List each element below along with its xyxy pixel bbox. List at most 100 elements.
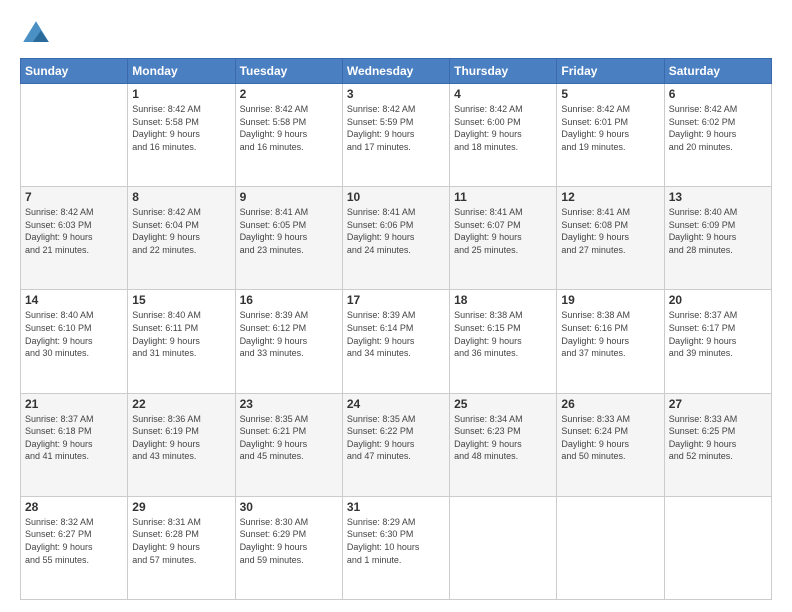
day-info: Sunrise: 8:41 AM Sunset: 6:06 PM Dayligh… xyxy=(347,206,445,256)
day-info: Sunrise: 8:37 AM Sunset: 6:17 PM Dayligh… xyxy=(669,309,767,359)
day-number: 19 xyxy=(561,293,659,307)
header-saturday: Saturday xyxy=(664,59,771,84)
day-number: 12 xyxy=(561,190,659,204)
calendar-cell: 25 Sunrise: 8:34 AM Sunset: 6:23 PM Dayli… xyxy=(450,393,557,496)
logo-icon xyxy=(20,18,52,50)
day-info: Sunrise: 8:33 AM Sunset: 6:24 PM Dayligh… xyxy=(561,413,659,463)
day-number: 7 xyxy=(25,190,123,204)
day-info: Sunrise: 8:42 AM Sunset: 6:01 PM Dayligh… xyxy=(561,103,659,153)
day-info: Sunrise: 8:36 AM Sunset: 6:19 PM Dayligh… xyxy=(132,413,230,463)
day-info: Sunrise: 8:35 AM Sunset: 6:21 PM Dayligh… xyxy=(240,413,338,463)
day-info: Sunrise: 8:37 AM Sunset: 6:18 PM Dayligh… xyxy=(25,413,123,463)
calendar-cell xyxy=(664,496,771,599)
header-friday: Friday xyxy=(557,59,664,84)
calendar-table: SundayMondayTuesdayWednesdayThursdayFrid… xyxy=(20,58,772,600)
header-row: SundayMondayTuesdayWednesdayThursdayFrid… xyxy=(21,59,772,84)
day-number: 10 xyxy=(347,190,445,204)
calendar-cell: 2 Sunrise: 8:42 AM Sunset: 5:58 PM Daylig… xyxy=(235,84,342,187)
calendar-cell: 5 Sunrise: 8:42 AM Sunset: 6:01 PM Daylig… xyxy=(557,84,664,187)
calendar-cell: 19 Sunrise: 8:38 AM Sunset: 6:16 PM Dayli… xyxy=(557,290,664,393)
day-number: 13 xyxy=(669,190,767,204)
day-info: Sunrise: 8:41 AM Sunset: 6:08 PM Dayligh… xyxy=(561,206,659,256)
day-number: 8 xyxy=(132,190,230,204)
day-number: 20 xyxy=(669,293,767,307)
day-info: Sunrise: 8:38 AM Sunset: 6:15 PM Dayligh… xyxy=(454,309,552,359)
day-info: Sunrise: 8:29 AM Sunset: 6:30 PM Dayligh… xyxy=(347,516,445,566)
calendar-cell: 1 Sunrise: 8:42 AM Sunset: 5:58 PM Daylig… xyxy=(128,84,235,187)
day-number: 17 xyxy=(347,293,445,307)
day-number: 2 xyxy=(240,87,338,101)
calendar-cell: 18 Sunrise: 8:38 AM Sunset: 6:15 PM Dayli… xyxy=(450,290,557,393)
day-number: 4 xyxy=(454,87,552,101)
day-number: 18 xyxy=(454,293,552,307)
calendar-cell: 14Sunrise: 8:40 AM Sunset: 6:10 PM Dayli… xyxy=(21,290,128,393)
calendar-cell: 26Sunrise: 8:33 AM Sunset: 6:24 PM Dayli… xyxy=(557,393,664,496)
day-info: Sunrise: 8:41 AM Sunset: 6:05 PM Dayligh… xyxy=(240,206,338,256)
page: SundayMondayTuesdayWednesdayThursdayFrid… xyxy=(0,0,792,612)
day-number: 25 xyxy=(454,397,552,411)
day-info: Sunrise: 8:41 AM Sunset: 6:07 PM Dayligh… xyxy=(454,206,552,256)
day-info: Sunrise: 8:40 AM Sunset: 6:11 PM Dayligh… xyxy=(132,309,230,359)
day-number: 1 xyxy=(132,87,230,101)
day-number: 27 xyxy=(669,397,767,411)
calendar-cell: 22 Sunrise: 8:36 AM Sunset: 6:19 PM Dayli… xyxy=(128,393,235,496)
day-number: 15 xyxy=(132,293,230,307)
header-sunday: Sunday xyxy=(21,59,128,84)
logo xyxy=(20,18,56,50)
day-info: Sunrise: 8:35 AM Sunset: 6:22 PM Dayligh… xyxy=(347,413,445,463)
week-row-5: 28 Sunrise: 8:32 AM Sunset: 6:27 PM Dayli… xyxy=(21,496,772,599)
calendar-cell: 3Sunrise: 8:42 AM Sunset: 5:59 PM Daylig… xyxy=(342,84,449,187)
day-number: 9 xyxy=(240,190,338,204)
calendar-cell xyxy=(21,84,128,187)
calendar-cell: 15 Sunrise: 8:40 AM Sunset: 6:11 PM Dayli… xyxy=(128,290,235,393)
week-row-3: 14Sunrise: 8:40 AM Sunset: 6:10 PM Dayli… xyxy=(21,290,772,393)
calendar-cell: 28 Sunrise: 8:32 AM Sunset: 6:27 PM Dayli… xyxy=(21,496,128,599)
calendar-cell: 12 Sunrise: 8:41 AM Sunset: 6:08 PM Dayli… xyxy=(557,187,664,290)
header-thursday: Thursday xyxy=(450,59,557,84)
day-number: 21 xyxy=(25,397,123,411)
calendar-cell: 10 Sunrise: 8:41 AM Sunset: 6:06 PM Dayli… xyxy=(342,187,449,290)
calendar-cell xyxy=(557,496,664,599)
week-row-2: 7Sunrise: 8:42 AM Sunset: 6:03 PM Daylig… xyxy=(21,187,772,290)
calendar-cell: 29 Sunrise: 8:31 AM Sunset: 6:28 PM Dayli… xyxy=(128,496,235,599)
day-info: Sunrise: 8:32 AM Sunset: 6:27 PM Dayligh… xyxy=(25,516,123,566)
day-number: 24 xyxy=(347,397,445,411)
day-info: Sunrise: 8:31 AM Sunset: 6:28 PM Dayligh… xyxy=(132,516,230,566)
header-monday: Monday xyxy=(128,59,235,84)
day-info: Sunrise: 8:34 AM Sunset: 6:23 PM Dayligh… xyxy=(454,413,552,463)
calendar-cell: 27 Sunrise: 8:33 AM Sunset: 6:25 PM Dayli… xyxy=(664,393,771,496)
calendar-cell: 8 Sunrise: 8:42 AM Sunset: 6:04 PM Daylig… xyxy=(128,187,235,290)
day-number: 5 xyxy=(561,87,659,101)
header-tuesday: Tuesday xyxy=(235,59,342,84)
calendar-cell: 9 Sunrise: 8:41 AM Sunset: 6:05 PM Daylig… xyxy=(235,187,342,290)
day-number: 22 xyxy=(132,397,230,411)
week-row-1: 1 Sunrise: 8:42 AM Sunset: 5:58 PM Daylig… xyxy=(21,84,772,187)
calendar-cell: 11 Sunrise: 8:41 AM Sunset: 6:07 PM Dayli… xyxy=(450,187,557,290)
calendar-cell: 6Sunrise: 8:42 AM Sunset: 6:02 PM Daylig… xyxy=(664,84,771,187)
day-info: Sunrise: 8:39 AM Sunset: 6:12 PM Dayligh… xyxy=(240,309,338,359)
day-info: Sunrise: 8:33 AM Sunset: 6:25 PM Dayligh… xyxy=(669,413,767,463)
day-number: 28 xyxy=(25,500,123,514)
calendar-cell: 20 Sunrise: 8:37 AM Sunset: 6:17 PM Dayli… xyxy=(664,290,771,393)
day-info: Sunrise: 8:42 AM Sunset: 6:04 PM Dayligh… xyxy=(132,206,230,256)
day-info: Sunrise: 8:40 AM Sunset: 6:09 PM Dayligh… xyxy=(669,206,767,256)
calendar-cell: 31 Sunrise: 8:29 AM Sunset: 6:30 PM Dayli… xyxy=(342,496,449,599)
calendar-cell: 23Sunrise: 8:35 AM Sunset: 6:21 PM Dayli… xyxy=(235,393,342,496)
calendar-cell: 17Sunrise: 8:39 AM Sunset: 6:14 PM Dayli… xyxy=(342,290,449,393)
calendar-cell xyxy=(450,496,557,599)
day-info: Sunrise: 8:42 AM Sunset: 5:58 PM Dayligh… xyxy=(240,103,338,153)
week-row-4: 21 Sunrise: 8:37 AM Sunset: 6:18 PM Dayli… xyxy=(21,393,772,496)
day-number: 11 xyxy=(454,190,552,204)
day-number: 31 xyxy=(347,500,445,514)
calendar-cell: 4 Sunrise: 8:42 AM Sunset: 6:00 PM Daylig… xyxy=(450,84,557,187)
day-info: Sunrise: 8:42 AM Sunset: 6:00 PM Dayligh… xyxy=(454,103,552,153)
day-info: Sunrise: 8:38 AM Sunset: 6:16 PM Dayligh… xyxy=(561,309,659,359)
calendar-cell: 24 Sunrise: 8:35 AM Sunset: 6:22 PM Dayli… xyxy=(342,393,449,496)
calendar-cell: 16Sunrise: 8:39 AM Sunset: 6:12 PM Dayli… xyxy=(235,290,342,393)
day-info: Sunrise: 8:42 AM Sunset: 6:02 PM Dayligh… xyxy=(669,103,767,153)
day-number: 29 xyxy=(132,500,230,514)
calendar-cell: 21 Sunrise: 8:37 AM Sunset: 6:18 PM Dayli… xyxy=(21,393,128,496)
calendar-cell: 7Sunrise: 8:42 AM Sunset: 6:03 PM Daylig… xyxy=(21,187,128,290)
day-info: Sunrise: 8:42 AM Sunset: 5:58 PM Dayligh… xyxy=(132,103,230,153)
header-wednesday: Wednesday xyxy=(342,59,449,84)
